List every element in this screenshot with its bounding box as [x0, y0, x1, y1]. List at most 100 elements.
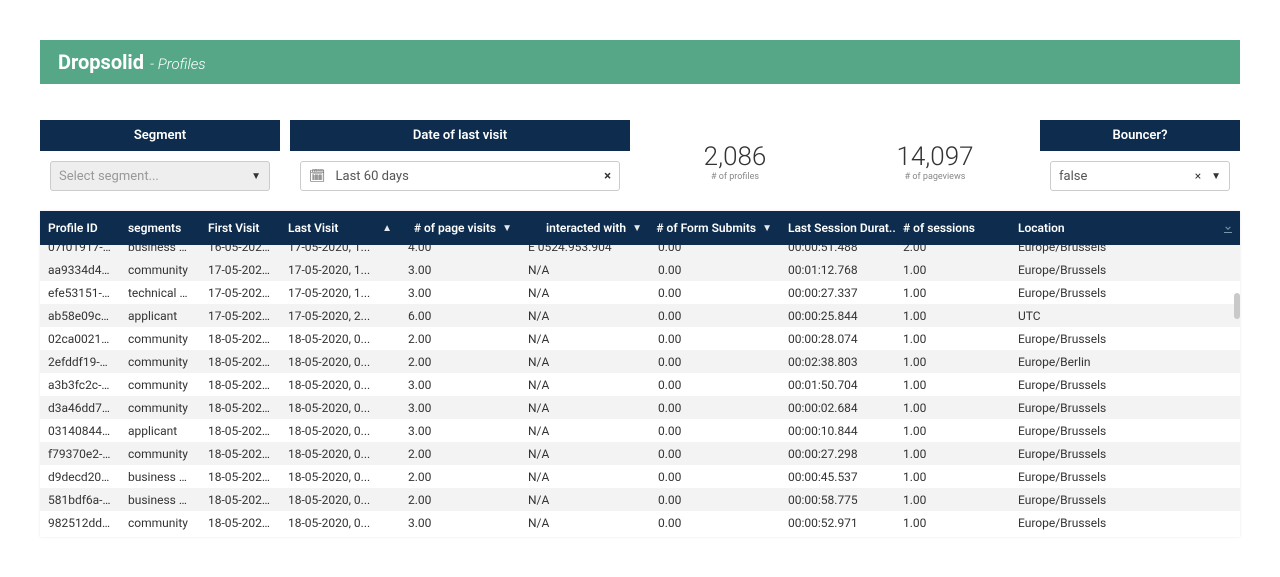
cell-location: Europe/Brussels	[1010, 447, 1216, 461]
cell-session-duration: 00:00:28.074	[780, 332, 895, 346]
cell-segments: technical deci...	[120, 286, 200, 300]
cell-first-visit: 18-05-2020, 0...	[200, 355, 280, 369]
cell-page-visits: 2.00	[400, 355, 520, 369]
cell-location: Europe/Brussels	[1010, 424, 1216, 438]
cell-profile-id: 2efddf19-a93...	[40, 355, 120, 369]
bouncer-panel: Bouncer? false × ▼	[1040, 120, 1240, 201]
table-row[interactable]: f79370e2-3a9...community18-05-2020, 0...…	[40, 442, 1240, 465]
cell-location: Europe/Brussels	[1010, 245, 1216, 254]
download-icon	[1222, 222, 1234, 234]
cell-location: Europe/Brussels	[1010, 378, 1216, 392]
cell-segments: community	[120, 447, 200, 461]
cell-sessions: 1.00	[895, 424, 1010, 438]
table-row[interactable]: 03140844-81f...applicant18-05-2020, 0...…	[40, 419, 1240, 442]
table-row[interactable]: aa9334d4-771...community17-05-2020, 1...…	[40, 258, 1240, 281]
table-row[interactable]: 2efddf19-a93...community18-05-2020, 0...…	[40, 350, 1240, 373]
cell-session-duration: 00:00:51.488	[780, 245, 895, 254]
sort-desc-icon: ▼	[762, 223, 772, 234]
cell-form-submits: 0.00	[650, 493, 780, 507]
cell-profile-id: f79370e2-3a9...	[40, 447, 120, 461]
cell-form-submits: 0.00	[650, 447, 780, 461]
cell-sessions: 1.00	[895, 286, 1010, 300]
cell-page-visits: 6.00	[400, 309, 520, 323]
cell-sessions: 2.00	[895, 245, 1010, 254]
cell-interacted: N/A	[520, 401, 650, 415]
col-last-visit[interactable]: Last Visit▲	[280, 211, 400, 245]
cell-form-submits: 0.00	[650, 286, 780, 300]
cell-location: Europe/Brussels	[1010, 263, 1216, 277]
cell-segments: community	[120, 263, 200, 277]
cell-segments: community	[120, 378, 200, 392]
scrollbar-thumb[interactable]	[1234, 293, 1240, 319]
cell-profile-id: 581bdf6a-c20...	[40, 493, 120, 507]
table-row[interactable]: 07f01917-9fe3...business deci...16-05-20…	[40, 245, 1240, 258]
calendar-icon: 🗓	[309, 169, 326, 184]
table-row[interactable]: 581bdf6a-c20...business deci...18-05-202…	[40, 488, 1240, 511]
col-location[interactable]: Location	[1010, 211, 1216, 245]
cell-session-duration: 00:00:27.337	[780, 286, 895, 300]
bouncer-header: Bouncer?	[1040, 120, 1240, 151]
cell-sessions: 1.00	[895, 309, 1010, 323]
cell-page-visits: 2.00	[400, 332, 520, 346]
pageviews-label: # of pageviews	[905, 172, 966, 182]
cell-page-visits: 2.00	[400, 493, 520, 507]
cell-interacted: N/A	[520, 263, 650, 277]
cell-profile-id: ab58e09c-c53...	[40, 309, 120, 323]
cell-first-visit: 18-05-2020, 0...	[200, 378, 280, 392]
table-row[interactable]: 02ca0021-922...community18-05-2020, 0...…	[40, 327, 1240, 350]
col-page-visits[interactable]: # of page visits▼	[400, 211, 520, 245]
cell-last-visit: 17-05-2020, 1...	[280, 245, 400, 254]
col-segments[interactable]: segments	[120, 211, 200, 245]
cell-form-submits: 0.00	[650, 332, 780, 346]
cell-segments: community	[120, 516, 200, 530]
col-interacted-with[interactable]: interacted with▼	[520, 211, 650, 245]
table-row[interactable]: 982512dd-f64...community 18-05-2020, 0...…	[40, 511, 1240, 534]
col-form-submits[interactable]: # of Form Submits▼	[650, 211, 780, 245]
cell-last-visit: 17-05-2020, 1...	[280, 286, 400, 300]
date-range-input[interactable]: 🗓 Last 60 days ×	[300, 161, 620, 191]
cell-page-visits: 3.00	[400, 378, 520, 392]
cell-interacted: N/A	[520, 286, 650, 300]
col-first-visit[interactable]: First Visit	[200, 211, 280, 245]
cell-last-visit: 18-05-2020, 0...	[280, 332, 400, 346]
col-last-session-duration[interactable]: Last Session Durat...	[780, 211, 895, 245]
cell-session-duration: 00:00:52.971	[780, 516, 895, 530]
col-sessions[interactable]: # of sessions	[895, 211, 1010, 245]
bouncer-select[interactable]: false × ▼	[1050, 161, 1230, 191]
cell-last-visit: 18-05-2020, 0...	[280, 516, 400, 530]
table-row[interactable]: d3a46dd7-48...community18-05-2020, 0...1…	[40, 396, 1240, 419]
cell-page-visits: 4.00	[400, 245, 520, 254]
cell-first-visit: 18-05-2020, 0...	[200, 447, 280, 461]
clear-date-icon[interactable]: ×	[604, 169, 611, 184]
clear-bouncer-icon[interactable]: ×	[1195, 169, 1201, 183]
table-row[interactable]: efe53151-885...technical deci...17-05-20…	[40, 281, 1240, 304]
cell-location: Europe/Brussels	[1010, 470, 1216, 484]
cell-form-submits: 0.00	[650, 378, 780, 392]
sort-desc-icon: ▼	[632, 223, 642, 234]
cell-profile-id: 982512dd-f64...	[40, 516, 120, 530]
cell-first-visit: 18-05-2020, 0...	[200, 470, 280, 484]
cell-location: Europe/Brussels	[1010, 516, 1216, 530]
table-row[interactable]: d9decd20-ec9...business deci...18-05-202…	[40, 465, 1240, 488]
profiles-value: 2,086	[704, 142, 767, 172]
cell-form-submits: 0.00	[650, 309, 780, 323]
cell-page-visits: 3.00	[400, 286, 520, 300]
cell-profile-id: a3b3fc2c-01d...	[40, 378, 120, 392]
table-row[interactable]: a3b3fc2c-01d...community18-05-2020, 0...…	[40, 373, 1240, 396]
download-button[interactable]	[1216, 222, 1240, 234]
cell-interacted: E 0524.953.904	[520, 245, 650, 254]
cell-page-visits: 3.00	[400, 424, 520, 438]
page-banner: Dropsolid - Profiles	[40, 40, 1240, 84]
cell-profile-id: 07f01917-9fe3...	[40, 245, 120, 254]
pageviews-value: 14,097	[896, 142, 973, 172]
segment-select[interactable]: Select segment... ▼	[50, 161, 270, 191]
cell-segments: business deci...	[120, 493, 200, 507]
col-profile-id[interactable]: Profile ID	[40, 211, 120, 245]
cell-first-visit: 18-05-2020, 0...	[200, 332, 280, 346]
cell-interacted: N/A	[520, 470, 650, 484]
cell-location: Europe/Berlin	[1010, 355, 1216, 369]
table-row[interactable]: ab58e09c-c53...applicant17-05-2020, 2...…	[40, 304, 1240, 327]
date-header: Date of last visit	[290, 120, 630, 151]
date-panel: Date of last visit 🗓 Last 60 days ×	[290, 120, 630, 201]
cell-page-visits: 3.00	[400, 516, 520, 530]
